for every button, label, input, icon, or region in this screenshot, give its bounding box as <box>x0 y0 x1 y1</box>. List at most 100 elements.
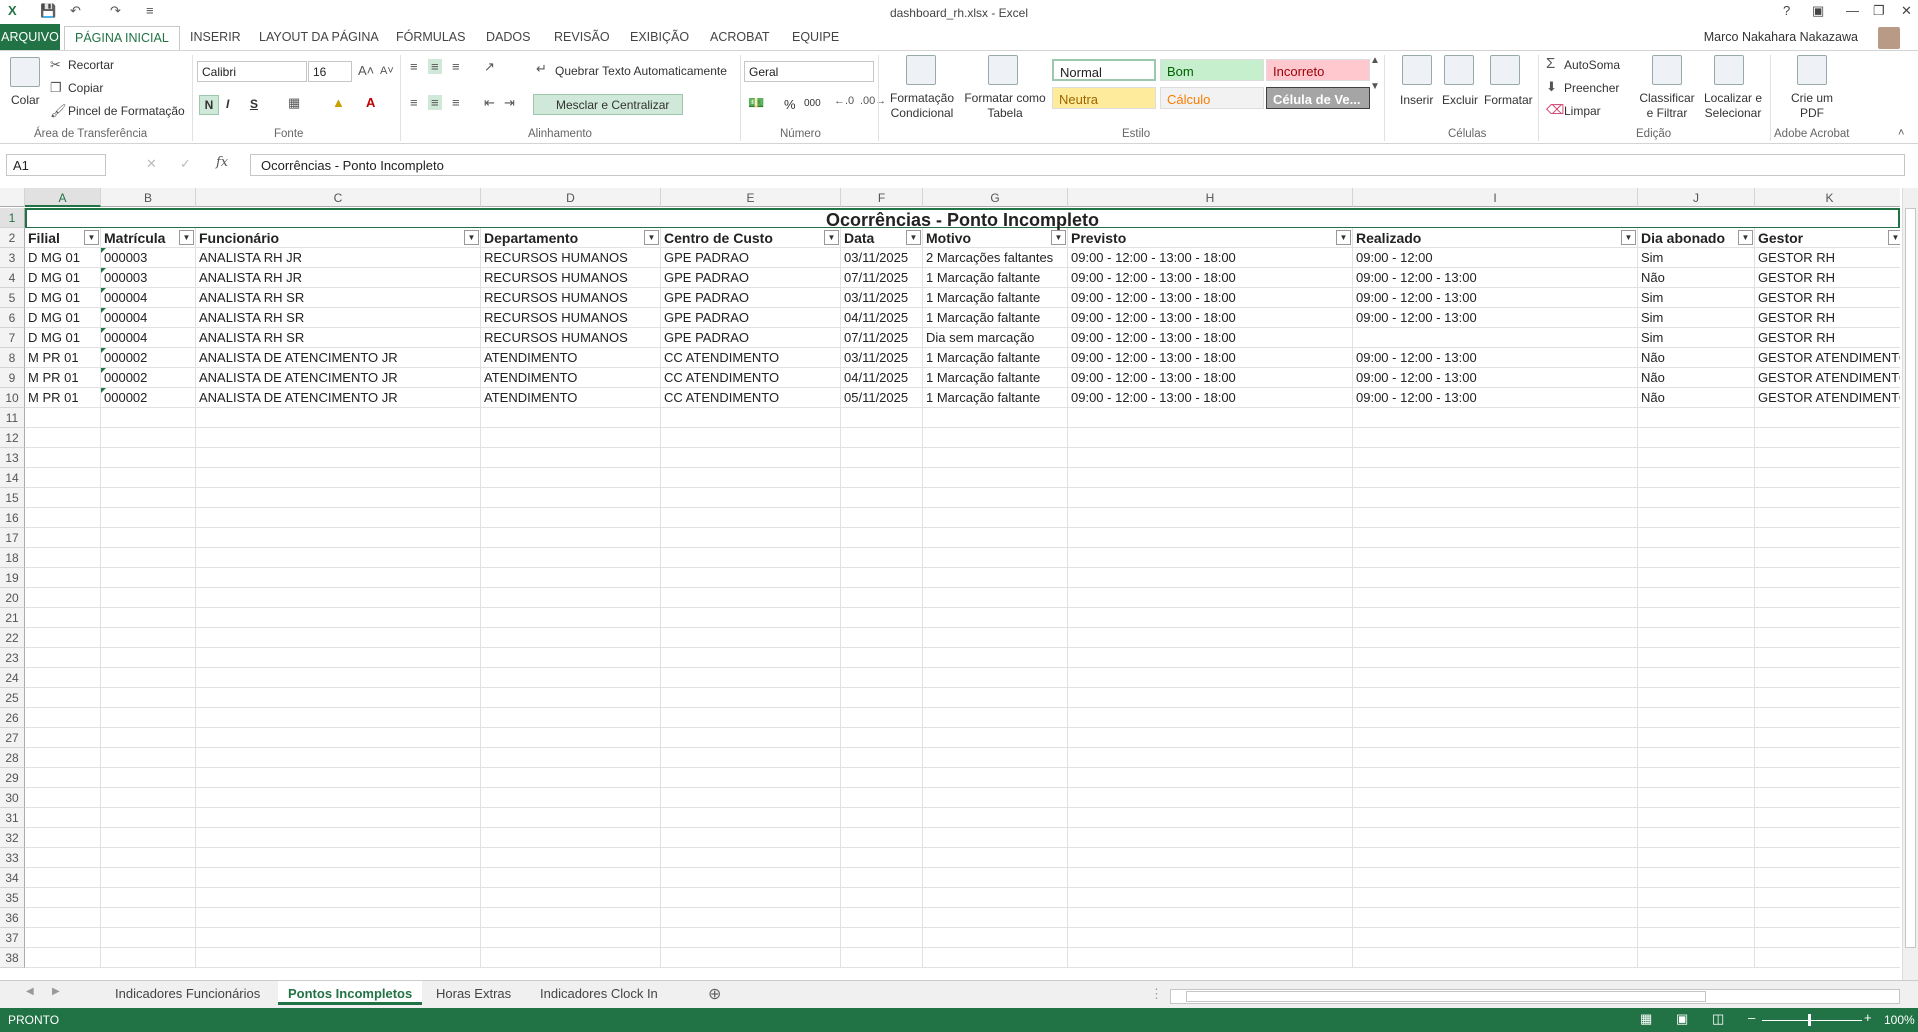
empty-cell[interactable] <box>923 468 1068 488</box>
table-cell[interactable]: GPE PADRAO <box>661 268 841 288</box>
table-cell[interactable]: 2 Marcações faltantes <box>923 248 1068 268</box>
empty-cell[interactable] <box>661 788 841 808</box>
table-cell[interactable]: Não <box>1638 268 1755 288</box>
empty-cell[interactable] <box>1755 688 1900 708</box>
empty-cell[interactable] <box>25 728 101 748</box>
empty-cell[interactable] <box>841 848 923 868</box>
avatar[interactable] <box>1878 27 1900 49</box>
align-center-icon[interactable]: ≡ <box>428 95 442 110</box>
table-header-cell[interactable]: Gestor <box>1755 228 1900 248</box>
bold-button[interactable]: N <box>199 95 219 115</box>
clear-button[interactable]: Limpar <box>1564 104 1601 118</box>
empty-cell[interactable] <box>1353 868 1638 888</box>
increase-decimal-icon[interactable]: ←.0 <box>834 95 854 107</box>
empty-cell[interactable] <box>1755 848 1900 868</box>
empty-cell[interactable] <box>1068 428 1353 448</box>
empty-cell[interactable] <box>101 588 196 608</box>
paste-icon[interactable] <box>10 57 40 87</box>
empty-cell[interactable] <box>1353 708 1638 728</box>
table-cell[interactable]: 000002 <box>101 348 196 368</box>
format-table-icon[interactable] <box>988 55 1018 85</box>
gallery-down-icon[interactable]: ▼ <box>1370 81 1380 92</box>
table-cell[interactable]: 04/11/2025 <box>841 368 923 388</box>
empty-cell[interactable] <box>196 808 481 828</box>
empty-cell[interactable] <box>25 508 101 528</box>
empty-cell[interactable] <box>923 488 1068 508</box>
row-header[interactable]: 26 <box>0 708 25 728</box>
currency-icon[interactable]: 💵 <box>748 95 764 111</box>
row-header[interactable]: 18 <box>0 548 25 568</box>
empty-cell[interactable] <box>841 688 923 708</box>
table-cell[interactable]: GESTOR ATENDIMENTO <box>1755 368 1900 388</box>
empty-cell[interactable] <box>1353 588 1638 608</box>
empty-cell[interactable] <box>196 688 481 708</box>
help-icon[interactable]: ? <box>1783 3 1790 18</box>
row-header[interactable]: 38 <box>0 948 25 968</box>
table-cell[interactable]: 09:00 - 12:00 - 13:00 <box>1353 368 1638 388</box>
horizontal-scrollbar[interactable] <box>1170 989 1900 1004</box>
empty-cell[interactable] <box>101 488 196 508</box>
row-header[interactable]: 19 <box>0 568 25 588</box>
empty-cell[interactable] <box>1353 488 1638 508</box>
empty-cell[interactable] <box>25 868 101 888</box>
empty-cell[interactable] <box>841 868 923 888</box>
empty-cell[interactable] <box>841 788 923 808</box>
empty-cell[interactable] <box>196 508 481 528</box>
table-header-cell[interactable]: Departamento <box>481 228 661 248</box>
empty-cell[interactable] <box>841 428 923 448</box>
empty-cell[interactable] <box>25 568 101 588</box>
empty-cell[interactable] <box>1638 708 1755 728</box>
empty-cell[interactable] <box>25 688 101 708</box>
empty-cell[interactable] <box>1755 548 1900 568</box>
table-cell[interactable]: RECURSOS HUMANOS <box>481 328 661 348</box>
table-cell[interactable]: Sim <box>1638 288 1755 308</box>
align-middle-icon[interactable]: ≡ <box>428 59 442 74</box>
collapse-ribbon-icon[interactable]: ˄ <box>1898 127 1904 139</box>
table-cell[interactable]: 09:00 - 12:00 - 13:00 <box>1353 288 1638 308</box>
table-cell[interactable]: D MG 01 <box>25 308 101 328</box>
empty-cell[interactable] <box>841 888 923 908</box>
table-cell[interactable]: ATENDIMENTO <box>481 348 661 368</box>
empty-cell[interactable] <box>196 568 481 588</box>
empty-cell[interactable] <box>841 568 923 588</box>
table-cell[interactable]: GPE PADRAO <box>661 248 841 268</box>
empty-cell[interactable] <box>1755 428 1900 448</box>
empty-cell[interactable] <box>1353 508 1638 528</box>
zoom-slider[interactable] <box>1762 1020 1862 1021</box>
empty-cell[interactable] <box>25 448 101 468</box>
filter-dropdown-icon[interactable]: ▼ <box>1621 230 1636 245</box>
font-color-icon[interactable]: A <box>366 95 375 110</box>
empty-cell[interactable] <box>1068 768 1353 788</box>
empty-cell[interactable] <box>481 908 661 928</box>
empty-cell[interactable] <box>1755 588 1900 608</box>
page-break-icon[interactable]: ◫ <box>1712 1011 1724 1027</box>
table-cell[interactable]: 1 Marcação faltante <box>923 388 1068 408</box>
empty-cell[interactable] <box>841 928 923 948</box>
empty-cell[interactable] <box>841 548 923 568</box>
format-cells-button[interactable]: Formatar <box>1484 93 1533 107</box>
empty-cell[interactable] <box>1353 608 1638 628</box>
row-header[interactable]: 20 <box>0 588 25 608</box>
empty-cell[interactable] <box>101 808 196 828</box>
empty-cell[interactable] <box>1638 908 1755 928</box>
percent-button[interactable]: % <box>784 97 796 112</box>
sheet-nav-left-icon[interactable]: ◀ <box>26 986 34 997</box>
empty-cell[interactable] <box>25 408 101 428</box>
tab-arquivo[interactable]: ARQUIVO <box>0 24 60 50</box>
font-name-select[interactable]: Calibri <box>197 61 307 82</box>
empty-cell[interactable] <box>1068 848 1353 868</box>
empty-cell[interactable] <box>841 668 923 688</box>
empty-cell[interactable] <box>841 828 923 848</box>
row-header[interactable]: 28 <box>0 748 25 768</box>
empty-cell[interactable] <box>923 688 1068 708</box>
row-header[interactable]: 36 <box>0 908 25 928</box>
row-header[interactable]: 3 <box>0 248 25 268</box>
empty-cell[interactable] <box>1755 668 1900 688</box>
wrap-text-button[interactable]: Quebrar Texto Automaticamente <box>555 64 727 78</box>
row-header[interactable]: 14 <box>0 468 25 488</box>
filter-dropdown-icon[interactable]: ▼ <box>644 230 659 245</box>
empty-cell[interactable] <box>661 728 841 748</box>
empty-cell[interactable] <box>1068 408 1353 428</box>
row-header[interactable]: 4 <box>0 268 25 288</box>
sheet-tab[interactable]: Indicadores Funcionários <box>105 981 270 1005</box>
